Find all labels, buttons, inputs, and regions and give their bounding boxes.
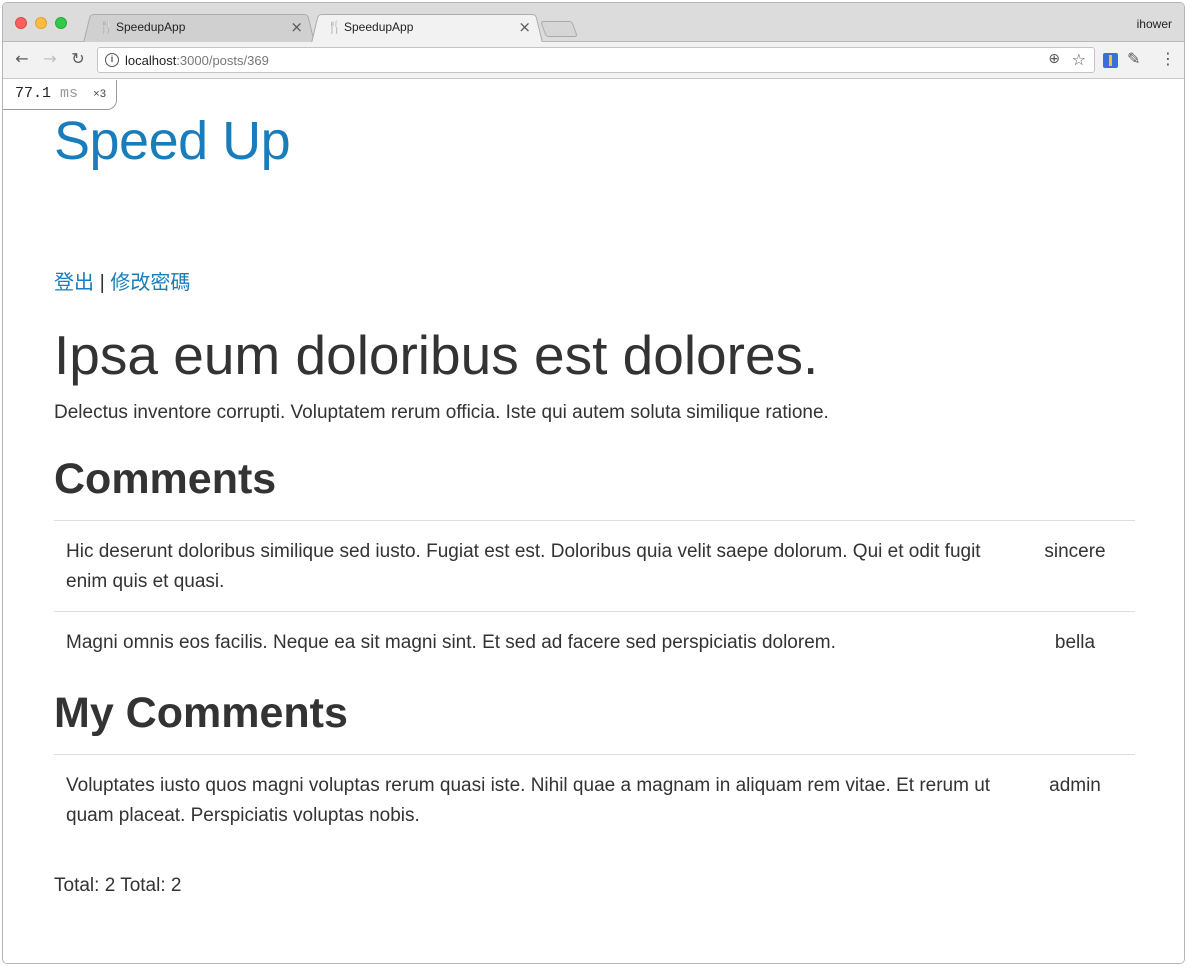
comment-author: bella [1015, 611, 1135, 672]
comments-table: Hic deserunt doloribus similique sed ius… [54, 520, 1135, 672]
profiler-unit: ms [60, 85, 79, 102]
page-content: 77.1 ms ×3 Speed Up 登出 | 修改密碼 Ipsa eum d… [3, 80, 1184, 963]
extension-icon[interactable] [1103, 53, 1118, 68]
url-path: :3000/posts/369 [176, 53, 269, 68]
arrow-left-icon[interactable]: ← [11, 48, 33, 70]
minimize-window-button[interactable] [35, 17, 47, 29]
arrow-right-icon[interactable]: → [39, 48, 61, 70]
close-tab-icon[interactable]: × [290, 18, 303, 36]
zoom-window-button[interactable] [55, 17, 67, 29]
my-comments-table: Voluptates iusto quos magni voluptas rer… [54, 754, 1135, 845]
profiler-time: 77.1 [15, 85, 52, 102]
table-row: Voluptates iusto quos magni voluptas rer… [54, 754, 1135, 845]
browser-window: 🍴 SpeedupApp × 🍴 SpeedupApp × ihower ← →… [2, 2, 1185, 964]
zoom-icon[interactable]: ⊕ [1048, 51, 1060, 67]
comment-author: sincere [1015, 520, 1135, 612]
comments-heading: Comments [54, 455, 277, 503]
comment-author: admin [1015, 754, 1135, 845]
link-separator: | [99, 272, 105, 294]
fork-knife-icon: 🍴 [327, 20, 342, 34]
kebab-menu-icon[interactable]: ⋮ [1160, 49, 1176, 68]
table-row: Hic deserunt doloribus similique sed ius… [54, 520, 1135, 612]
info-icon[interactable]: i [105, 53, 119, 67]
url-host: localhost [125, 53, 177, 68]
close-window-button[interactable] [15, 17, 27, 29]
table-row: Magni omnis eos facilis. Neque ea sit ma… [54, 611, 1135, 672]
reload-icon[interactable]: ↻ [67, 48, 89, 70]
tab-title: SpeedupApp [116, 20, 186, 34]
my-comments-heading: My Comments [54, 689, 348, 737]
post-body: Delectus inventore corrupti. Voluptatem … [54, 402, 829, 423]
comment-text: Hic deserunt doloribus similique sed ius… [54, 520, 1015, 612]
tab-speedupapp-2[interactable]: 🍴 SpeedupApp × [311, 12, 543, 43]
tab-title: SpeedupApp [344, 20, 414, 34]
mini-profiler-badge[interactable]: 77.1 ms ×3 [3, 80, 118, 110]
post-title: Ipsa eum doloribus est dolores. [54, 324, 819, 386]
fork-knife-icon: 🍴 [99, 20, 114, 34]
url-text[interactable]: localhost:3000/posts/369 [125, 53, 269, 68]
close-tab-icon[interactable]: × [518, 18, 531, 36]
tab-speedupapp-1[interactable]: 🍴 SpeedupApp × [83, 12, 315, 43]
profile-name[interactable]: ihower [1137, 17, 1172, 31]
new-tab-button[interactable] [540, 21, 578, 37]
star-icon[interactable]: ☆ [1072, 50, 1086, 69]
pen-extension-icon[interactable]: ✎ [1127, 49, 1140, 68]
profiler-count: ×3 [93, 89, 107, 101]
comment-text: Voluptates iusto quos magni voluptas rer… [54, 754, 1015, 845]
tab-strip: 🍴 SpeedupApp × 🍴 SpeedupApp × ihower [3, 3, 1184, 43]
browser-toolbar: ← → ↻ i localhost:3000/posts/369 ⊕ ☆ ✎ ⋮ [3, 42, 1184, 79]
comment-text: Magni omnis eos facilis. Neque ea sit ma… [54, 611, 1015, 672]
change-password-link[interactable]: 修改密碼 [110, 272, 190, 294]
user-links: 登出 | 修改密碼 [54, 266, 190, 295]
totals-text: Total: 2 Total: 2 [54, 875, 182, 896]
address-bar[interactable]: i localhost:3000/posts/369 ⊕ ☆ [97, 47, 1095, 73]
brand-link[interactable]: Speed Up [54, 110, 291, 172]
logout-link[interactable]: 登出 [54, 272, 94, 294]
